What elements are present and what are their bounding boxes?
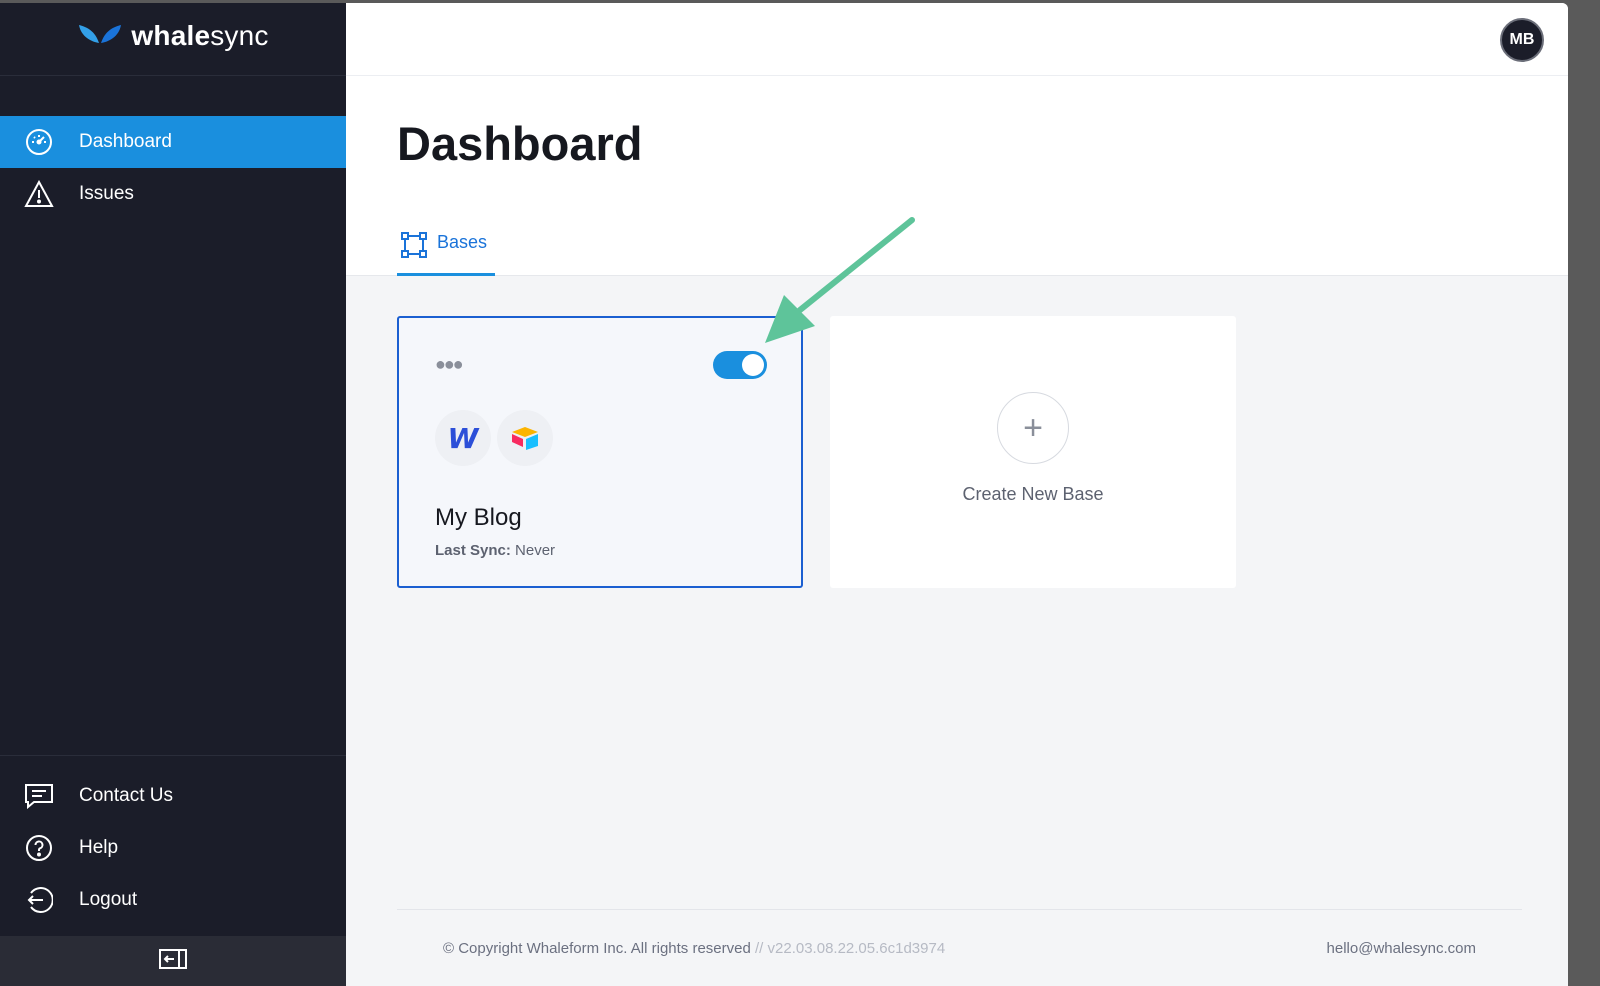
brand-logo[interactable]: whalesync: [0, 3, 346, 76]
sidebar-bottom-nav: Contact Us Help Logout: [0, 755, 346, 926]
sidebar-item-label: Contact Us: [79, 785, 173, 806]
footer-copyright: © Copyright Whaleform Inc. All rights re…: [443, 940, 946, 957]
bases-icon: [401, 232, 427, 263]
plus-icon: +: [997, 392, 1069, 464]
sidebar-item-label: Logout: [79, 889, 138, 910]
footer: © Copyright Whaleform Inc. All rights re…: [397, 909, 1522, 957]
tab-label: Bases: [437, 232, 488, 252]
logout-icon: [24, 885, 54, 915]
connected-apps: W: [435, 410, 553, 466]
sidebar-item-dashboard[interactable]: Dashboard: [0, 116, 346, 168]
create-new-base-card[interactable]: + Create New Base: [830, 316, 1236, 588]
footer-version: // v22.03.08.22.05.6c1d3974: [755, 940, 946, 957]
sidebar-item-contact-us[interactable]: Contact Us: [0, 770, 346, 822]
collapse-sidebar-icon: [159, 948, 187, 974]
sync-toggle[interactable]: [713, 351, 767, 379]
sidebar-item-label: Issues: [79, 183, 134, 204]
whale-tail-icon: [77, 21, 123, 52]
warning-triangle-icon: [24, 179, 54, 209]
base-title: My Blog: [435, 504, 522, 531]
sidebar-item-logout[interactable]: Logout: [0, 874, 346, 926]
webflow-icon: W: [435, 410, 491, 466]
page-header: Dashboard Bases: [346, 76, 1568, 276]
sidebar-item-label: Help: [79, 837, 119, 858]
more-options-icon[interactable]: ●●●: [435, 354, 464, 375]
sidebar-item-issues[interactable]: Issues: [0, 168, 346, 220]
sidebar-item-help[interactable]: Help: [0, 822, 346, 874]
avatar[interactable]: MB: [1500, 18, 1544, 62]
bases-grid: ●●● W My Blog Last Sync: Never + Create …: [397, 316, 1236, 588]
base-card[interactable]: ●●● W My Blog Last Sync: Never: [397, 316, 803, 588]
airtable-icon: [497, 410, 553, 466]
last-sync: Last Sync: Never: [435, 542, 555, 559]
dashboard-gauge-icon: [24, 127, 54, 157]
brand-name: whalesync: [131, 20, 269, 51]
last-sync-value: Never: [515, 542, 556, 559]
collapse-sidebar-button[interactable]: [0, 936, 346, 986]
sidebar: whalesync Dashboard Issues Contact Us He…: [0, 3, 346, 986]
footer-email[interactable]: hello@whalesync.com: [1327, 940, 1476, 957]
chat-icon: [24, 781, 54, 811]
sidebar-item-label: Dashboard: [79, 131, 172, 152]
create-new-base-label: Create New Base: [962, 484, 1104, 504]
main-content: MB Dashboard Bases ●●● W My Blog Last Sy…: [346, 3, 1568, 986]
top-bar: MB: [346, 3, 1568, 76]
app-window: whalesync Dashboard Issues Contact Us He…: [0, 3, 1568, 986]
tab-bases[interactable]: Bases: [397, 228, 496, 276]
page-title: Dashboard: [397, 117, 643, 170]
toggle-knob: [742, 354, 764, 376]
question-circle-icon: [24, 833, 54, 863]
last-sync-label: Last Sync:: [435, 542, 511, 559]
sidebar-nav: Dashboard Issues: [0, 116, 346, 220]
